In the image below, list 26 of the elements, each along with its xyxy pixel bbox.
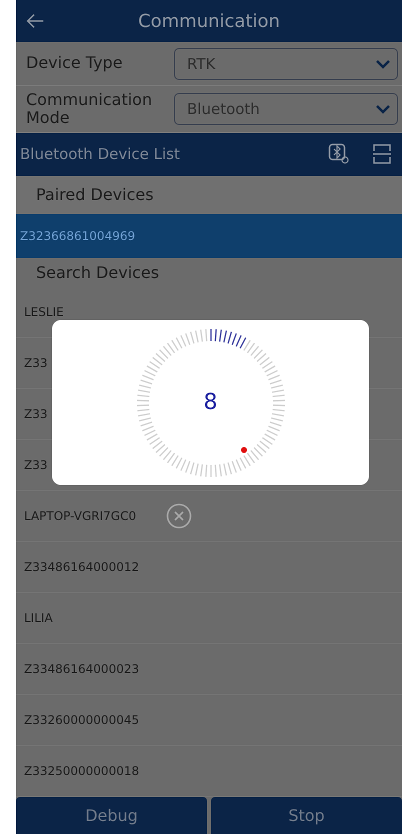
action-button[interactable]: Stop	[211, 797, 402, 834]
scan-icon[interactable]	[372, 143, 392, 166]
chevron-down-icon	[375, 58, 391, 69]
device-item[interactable]: LAPTOP-VGRI7GC0	[24, 509, 136, 524]
dropdown-field[interactable]: RTK	[174, 48, 398, 80]
page-title: Communication	[137, 10, 281, 32]
chevron-down-icon	[375, 104, 391, 114]
device-item[interactable]: Z33250000000018	[24, 764, 140, 778]
action-button[interactable]: Debug	[16, 797, 207, 834]
dropdown-field[interactable]: Bluetooth	[174, 92, 398, 125]
section-label: Paired Devices	[36, 185, 154, 204]
bluetooth-icon[interactable]	[328, 143, 350, 166]
countdown-number: 8	[204, 390, 218, 415]
section-title: Bluetooth Device List	[20, 145, 181, 164]
device-item[interactable]: Z33	[24, 356, 48, 370]
field-label: Communication Mode	[26, 90, 154, 128]
device-item[interactable]: LILIA	[24, 611, 53, 626]
device-item[interactable]: Z33486164000012	[24, 560, 140, 574]
device-item[interactable]: Z33486164000023	[24, 662, 140, 676]
device-item[interactable]: Z33	[24, 458, 48, 472]
device-item[interactable]: Z32366861004969	[16, 214, 402, 258]
field-label: Device Type	[26, 54, 124, 73]
section-label: Search Devices	[36, 263, 160, 282]
device-item[interactable]: Z33	[24, 407, 48, 422]
device-item[interactable]: Z33260000000045	[24, 713, 140, 728]
device-item[interactable]: LESLIE	[24, 305, 64, 320]
